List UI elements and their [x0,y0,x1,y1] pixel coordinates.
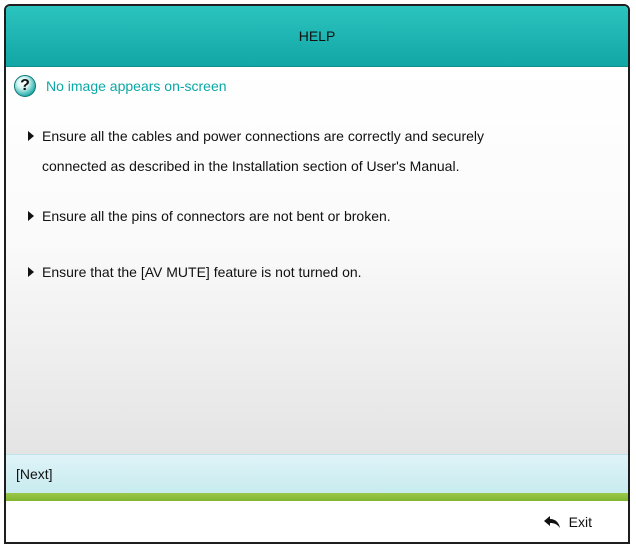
bullet-arrow-icon [28,267,34,277]
bullet-text: Ensure all the pins of connectors are no… [42,208,391,224]
bullet-item: Ensure all the cables and power connecti… [28,121,608,181]
bullet-item: Ensure that the [AV MUTE] feature is not… [28,257,362,287]
dialog-title: HELP [298,28,336,44]
divider [6,493,628,501]
bullet-arrow-icon [28,131,34,141]
footer: Exit [6,501,628,542]
bullet-item: Ensure all the pins of connectors are no… [28,201,391,231]
return-arrow-icon [543,515,560,528]
bullet-text: Ensure all the cables and power connecti… [42,128,485,144]
bullet-arrow-icon [28,211,34,221]
bullet-text-continued: connected as described in the Installati… [42,158,460,174]
next-label: [Next] [16,466,53,482]
title-bar: HELP [6,6,628,67]
next-button[interactable]: [Next] [6,454,628,493]
help-content: ? No image appears on-screen Ensure all … [6,67,628,454]
question-text: No image appears on-screen [46,78,227,94]
question-icon: ? [14,75,36,97]
exit-button[interactable]: Exit [543,514,592,530]
help-dialog: HELP ? No image appears on-screen Ensure… [4,4,630,544]
bullet-text: Ensure that the [AV MUTE] feature is not… [42,264,362,280]
question-row: ? No image appears on-screen [14,75,227,97]
exit-label: Exit [568,513,592,530]
help-bullets: Ensure all the cables and power connecti… [28,121,608,280]
